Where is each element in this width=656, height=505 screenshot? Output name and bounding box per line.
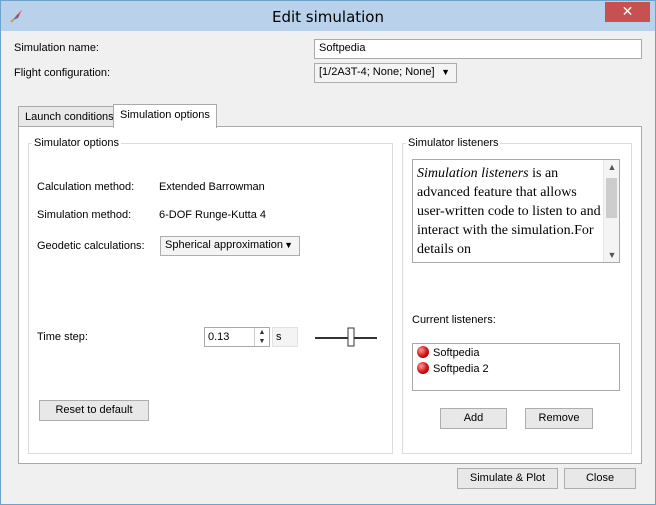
flight-configuration-select[interactable]: [1/2A3T-4; None; None] ▼ — [314, 63, 457, 83]
spinner-down-icon[interactable]: ▼ — [255, 337, 269, 346]
close-button[interactable]: Close — [564, 468, 636, 489]
list-item-label: Softpedia 2 — [433, 363, 489, 375]
simulation-method-label: Simulation method: — [37, 209, 132, 221]
time-step-value: 0.13 — [208, 331, 230, 343]
time-step-spinner[interactable]: 0.13 ▲ ▼ — [204, 327, 270, 347]
add-listener-button[interactable]: Add — [440, 408, 507, 429]
list-item[interactable]: Softpedia — [417, 346, 479, 362]
calculation-method-value: Extended Barrowman — [159, 181, 265, 193]
description-scrollbar[interactable]: ▲ ▼ — [603, 160, 619, 262]
tab-launch-conditions[interactable]: Launch conditions — [18, 106, 121, 128]
scroll-down-icon[interactable]: ▼ — [604, 250, 619, 260]
remove-listener-button[interactable]: Remove — [525, 408, 593, 429]
listener-description-emphasis: Simulation listeners — [417, 166, 529, 181]
geodetic-calculations-label: Geodetic calculations: — [37, 240, 145, 252]
simulation-name-label: Simulation name: — [14, 42, 99, 54]
window-title: Edit simulation — [271, 8, 384, 26]
calculation-method-label: Calculation method: — [37, 181, 135, 193]
chevron-down-icon: ▼ — [441, 67, 450, 77]
geodetic-calculations-value: Spherical approximation — [165, 239, 284, 251]
geodetic-calculations-select[interactable]: Spherical approximation ▼ — [160, 236, 300, 256]
simulator-options-title: Simulator options — [32, 137, 121, 149]
reset-to-default-button[interactable]: Reset to default — [39, 400, 149, 421]
simulation-method-value: 6-DOF Runge-Kutta 4 — [159, 209, 266, 221]
time-step-unit: s — [272, 327, 298, 347]
simulate-and-plot-button[interactable]: Simulate & Plot — [457, 468, 558, 489]
listener-bullet-icon — [417, 362, 429, 374]
window-close-button[interactable]: ✕ — [605, 2, 650, 22]
simulator-listeners-title: Simulator listeners — [406, 137, 501, 149]
edit-simulation-window: Edit simulation ✕ Simulation name: Softp… — [0, 0, 656, 505]
scrollbar-thumb[interactable] — [606, 178, 617, 218]
flight-configuration-label: Flight configuration: — [14, 67, 110, 79]
title-bar[interactable]: Edit simulation ✕ — [1, 1, 655, 31]
tab-simulation-options[interactable]: Simulation options — [113, 104, 217, 128]
list-item-label: Softpedia — [433, 347, 480, 359]
simulation-name-input[interactable]: Softpedia — [314, 39, 642, 59]
time-step-slider[interactable] — [315, 326, 377, 350]
current-listeners-list[interactable]: Softpedia Softpedia 2 — [412, 343, 620, 391]
time-step-label: Time step: — [37, 331, 88, 343]
flight-configuration-value: [1/2A3T-4; None; None] — [319, 66, 435, 78]
listener-bullet-icon — [417, 346, 429, 358]
chevron-down-icon: ▼ — [284, 240, 293, 250]
current-listeners-label: Current listeners: — [412, 314, 496, 326]
scroll-up-icon[interactable]: ▲ — [604, 162, 619, 172]
spinner-arrows[interactable]: ▲ ▼ — [254, 328, 269, 346]
spinner-up-icon[interactable]: ▲ — [255, 328, 269, 337]
listener-description-text: Simulation listeners is an advanced feat… — [417, 164, 603, 259]
listener-description[interactable]: Simulation listeners is an advanced feat… — [412, 159, 620, 263]
list-item[interactable]: Softpedia 2 — [417, 362, 489, 378]
